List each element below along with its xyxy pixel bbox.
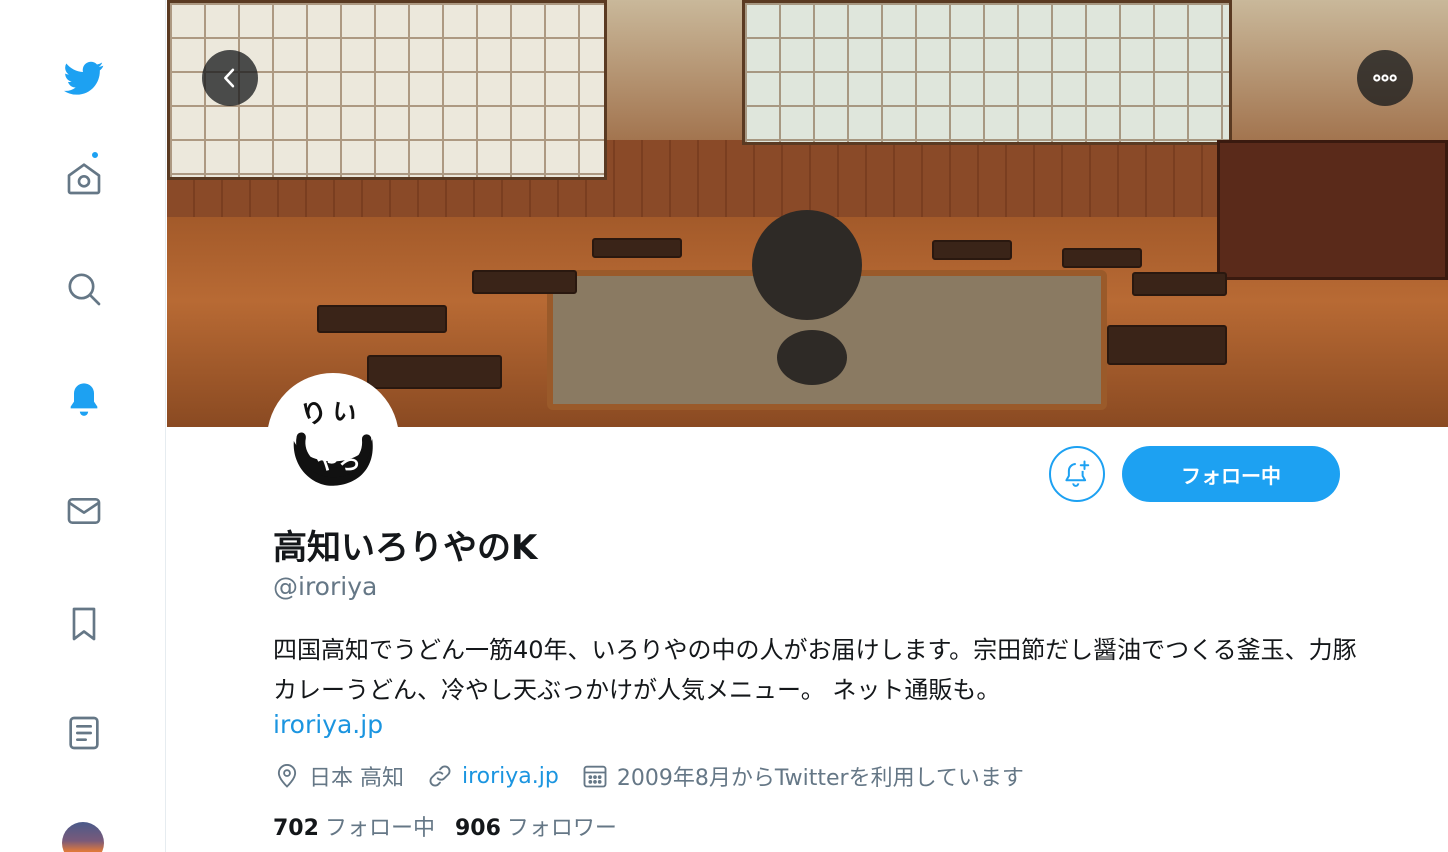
profile-stats: 702 フォロー中 906 フォロワー: [273, 810, 637, 842]
lists-nav-button[interactable]: [56, 705, 112, 761]
banner-tray: [367, 355, 502, 389]
back-button[interactable]: [202, 50, 258, 106]
display-name: 高知いろりやのK: [273, 528, 538, 568]
bell-plus-icon: [1065, 460, 1090, 487]
profile-banner: [167, 0, 1448, 427]
banner-tray: [592, 238, 682, 258]
profile-avatar[interactable]: り い やろ: [267, 373, 399, 505]
home-nav-button[interactable]: [56, 150, 112, 206]
link-icon: [429, 765, 451, 787]
calendar-icon: [583, 765, 607, 788]
followers-count: 906: [454, 816, 501, 841]
banner-tray: [472, 270, 577, 294]
banner-tray: [932, 240, 1012, 260]
sidebar: [0, 0, 166, 852]
messages-nav-button[interactable]: [56, 483, 112, 539]
following-stat[interactable]: 702 フォロー中: [273, 810, 435, 842]
following-button[interactable]: フォロー中: [1122, 446, 1340, 502]
location-pin-icon: [277, 764, 297, 788]
bookmark-icon: [72, 607, 96, 641]
location-item: 日本 高知: [273, 760, 404, 792]
iroriya-logo-icon: り い やろ: [293, 395, 373, 486]
svg-text:り: り: [297, 395, 332, 432]
banner-tray: [317, 305, 447, 333]
location-text: 日本 高知: [309, 766, 404, 791]
following-count: 702: [273, 816, 319, 841]
notification-subscribe-button[interactable]: [1049, 446, 1105, 502]
following-label: フォロー中: [324, 816, 435, 841]
website-item: iroriya.jp: [426, 762, 559, 790]
more-options-button[interactable]: [1357, 50, 1413, 106]
profile-avatar-small[interactable]: [62, 822, 104, 852]
joined-text: 2009年8月からTwitterを利用しています: [616, 766, 1024, 791]
more-dots-icon: [1373, 74, 1397, 82]
followers-stat[interactable]: 906 フォロワー: [455, 810, 617, 842]
profile-main: り い やろ フォロー中 高知いろりやのK @iroriya 四国高知でうどん一…: [167, 0, 1448, 852]
twitter-logo-button[interactable]: [56, 50, 112, 106]
bio-link[interactable]: iroriya.jp: [273, 710, 383, 739]
banner-chest: [1217, 140, 1448, 280]
explore-nav-button[interactable]: [56, 261, 112, 317]
twitter-logo-icon: [64, 61, 104, 95]
list-icon: [69, 716, 99, 750]
home-icon: [67, 163, 101, 195]
chevron-left-icon: [224, 68, 235, 88]
followers-label: フォロワー: [506, 816, 617, 841]
profile-meta: 日本 高知 iroriya.jp 2009年8月からTwitterを利用していま…: [273, 758, 1046, 794]
notifications-nav-button[interactable]: [56, 372, 112, 428]
new-content-badge: [90, 150, 100, 160]
mail-icon: [67, 498, 101, 524]
website-link[interactable]: iroriya.jp: [462, 764, 559, 789]
profile-bio: 四国高知でうどん一筋40年、いろりやの中の人がお届けします。宗田節だし醤油でつく…: [273, 636, 1357, 704]
joined-item: 2009年8月からTwitterを利用しています: [581, 760, 1024, 792]
banner-small-kettle: [777, 330, 847, 385]
banner-tray: [1132, 272, 1227, 296]
banner-tray: [1062, 248, 1142, 268]
banner-kettle: [752, 210, 862, 320]
svg-text:い: い: [330, 396, 359, 429]
banner-window-right: [742, 0, 1232, 145]
bell-icon: [70, 383, 98, 416]
bookmarks-nav-button[interactable]: [56, 596, 112, 652]
svg-text:やろ: やろ: [316, 449, 361, 475]
user-handle: @iroriya: [273, 572, 378, 601]
banner-tray: [1107, 325, 1227, 365]
search-icon: [68, 273, 101, 306]
